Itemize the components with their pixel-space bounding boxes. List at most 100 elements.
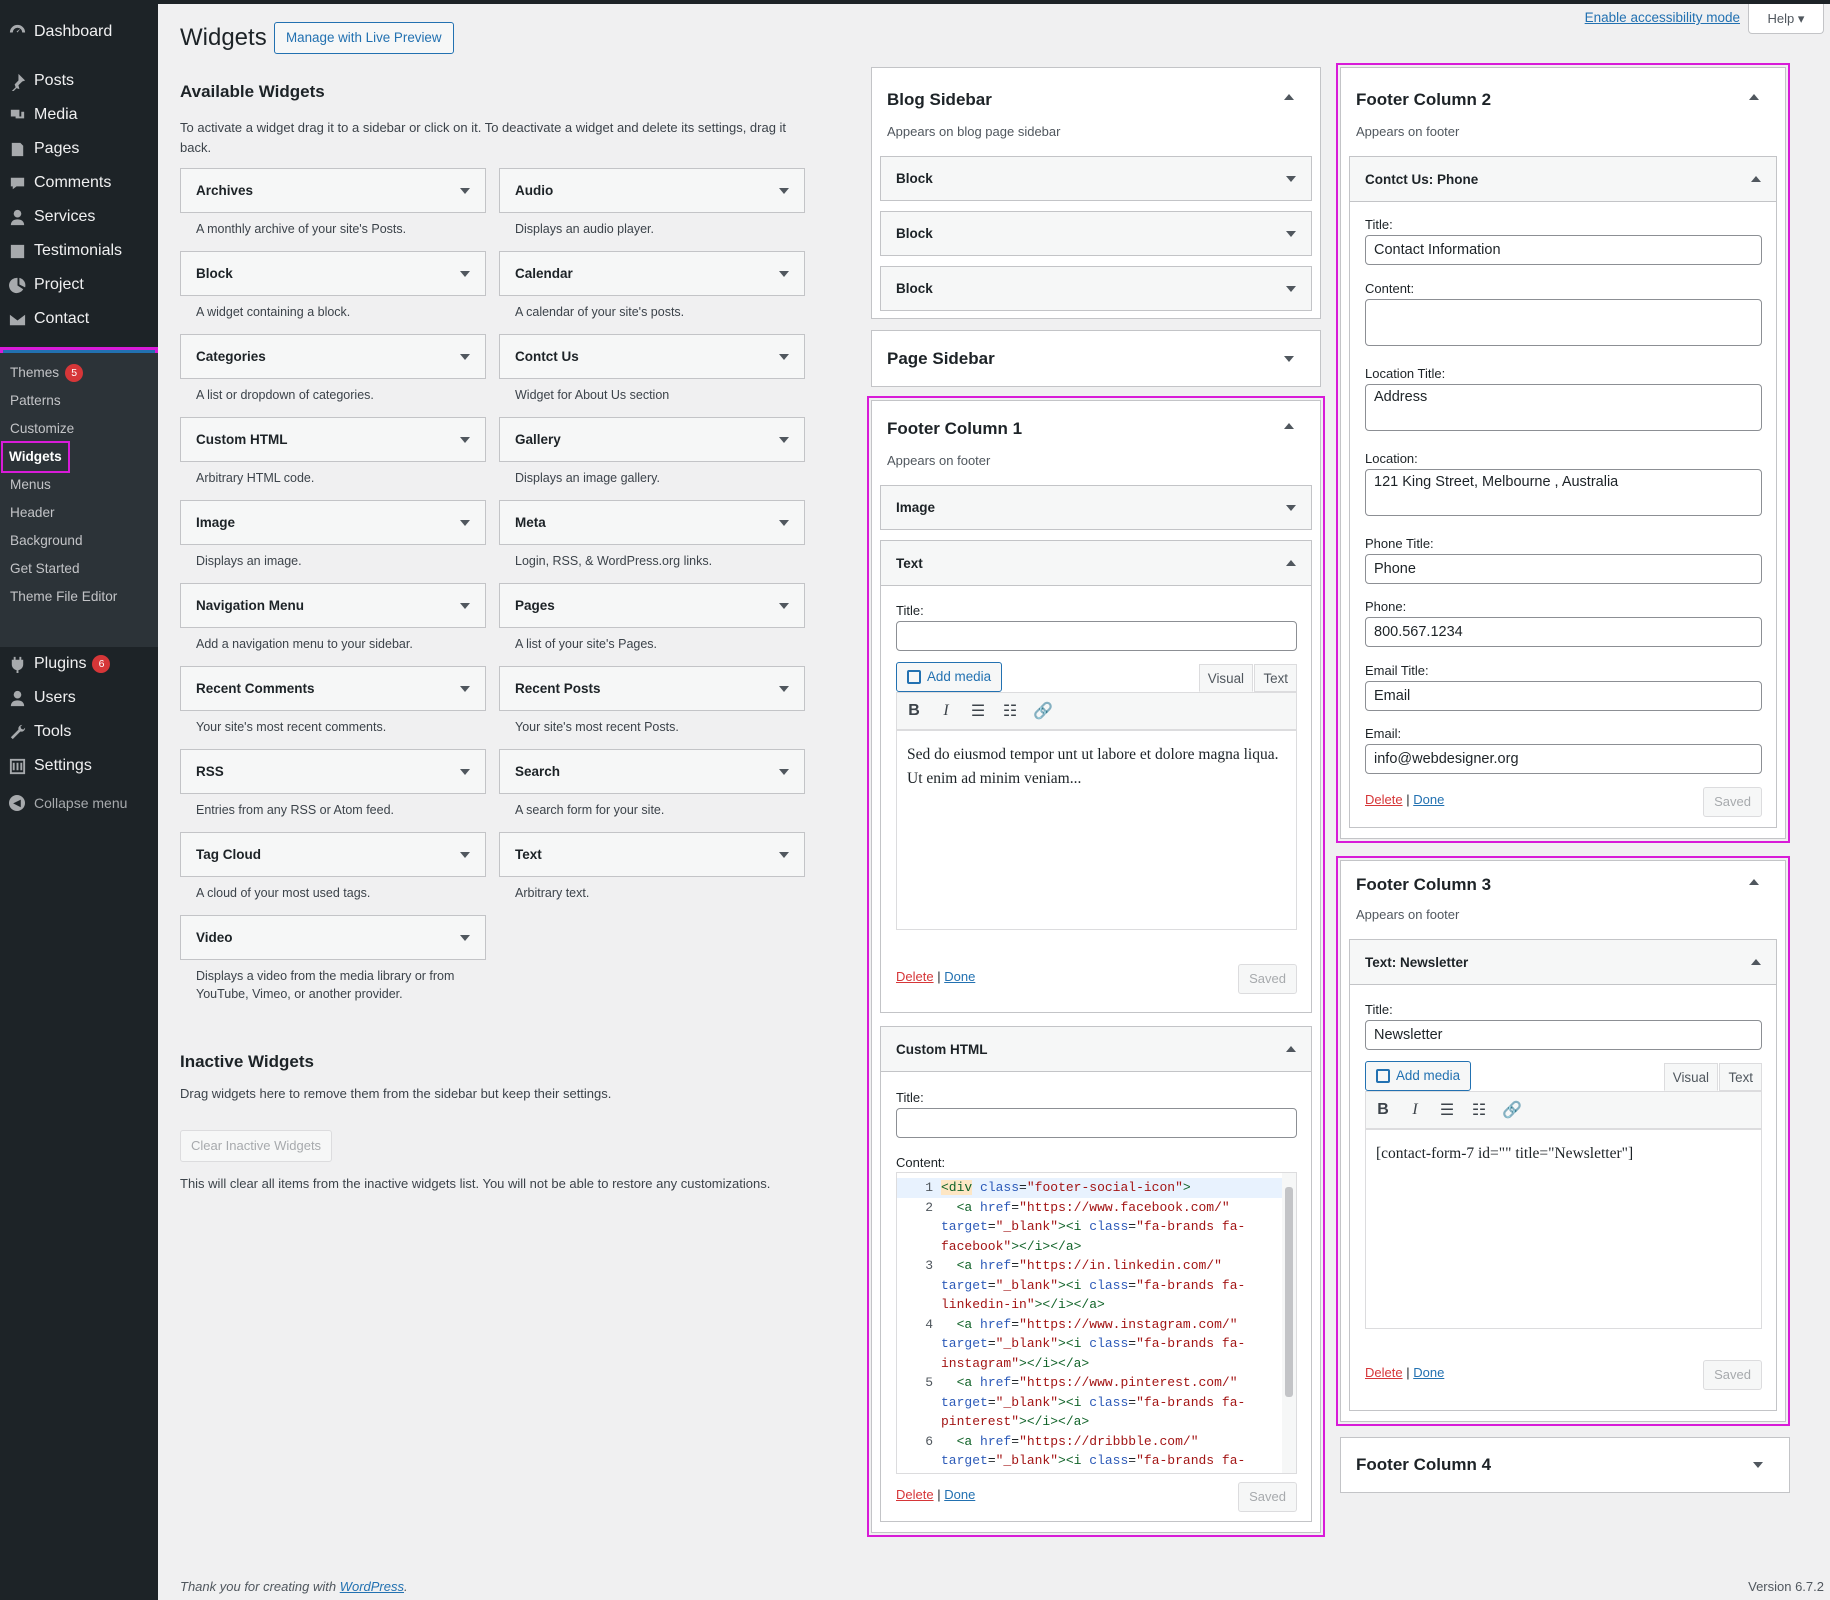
widget-archives[interactable]: Archives: [180, 168, 486, 213]
collapse-icon[interactable]: [1284, 423, 1294, 429]
menu-item-contact[interactable]: Contact: [0, 302, 158, 336]
italic-icon[interactable]: I: [937, 702, 955, 720]
numbered-list-icon[interactable]: ☷: [1470, 1100, 1488, 1120]
collapse-menu-button[interactable]: ◀ Collapse menu: [0, 793, 127, 813]
saved-button[interactable]: Saved: [1703, 787, 1762, 817]
submenu-item-patterns[interactable]: Patterns: [10, 387, 61, 415]
bullet-list-icon[interactable]: ☰: [969, 701, 987, 721]
sidebar-widget-image[interactable]: Image: [880, 485, 1312, 530]
wordpress-link[interactable]: WordPress: [340, 1579, 404, 1594]
numbered-list-icon[interactable]: ☷: [1001, 701, 1019, 721]
title-input[interactable]: [896, 621, 1297, 651]
delete-link[interactable]: Delete: [896, 1487, 934, 1502]
code-scrollbar[interactable]: [1282, 1173, 1296, 1473]
collapse-icon[interactable]: [1749, 94, 1759, 100]
content-textarea[interactable]: [1365, 299, 1762, 346]
add-media-button[interactable]: Add media: [896, 662, 1003, 692]
saved-button[interactable]: Saved: [1238, 1482, 1297, 1512]
title-input[interactable]: Contact Information: [1365, 235, 1762, 265]
submenu-item-background[interactable]: Background: [10, 527, 83, 555]
sidebar-widget-block[interactable]: Block: [880, 266, 1312, 311]
clear-inactive-widgets-button[interactable]: Clear Inactive Widgets: [180, 1130, 333, 1162]
bold-icon[interactable]: B: [905, 702, 923, 720]
text-editor[interactable]: Sed do eiusmod tempor unt ut labore et d…: [896, 730, 1297, 930]
menu-item-posts[interactable]: Posts: [0, 64, 158, 98]
done-link[interactable]: Done: [1413, 792, 1444, 807]
menu-item-plugins[interactable]: Plugins 6: [0, 647, 158, 681]
menu-item-comments[interactable]: Comments: [0, 166, 158, 200]
collapse-icon[interactable]: [1749, 879, 1759, 885]
widget-text[interactable]: Text: [499, 832, 805, 877]
text-editor[interactable]: [contact-form-7 id="" title="Newsletter"…: [1365, 1129, 1762, 1329]
done-link[interactable]: Done: [944, 1487, 975, 1502]
saved-button[interactable]: Saved: [1238, 964, 1297, 994]
tab-visual[interactable]: Visual: [1663, 1063, 1718, 1091]
widget-rss[interactable]: RSS: [180, 749, 486, 794]
menu-item-users[interactable]: Users: [0, 681, 158, 715]
widget-search[interactable]: Search: [499, 749, 805, 794]
link-icon[interactable]: 🔗: [1502, 1100, 1522, 1120]
widget-header[interactable]: Text: [881, 541, 1311, 586]
widget-custom-html[interactable]: Custom HTML: [180, 417, 486, 462]
submenu-item-theme-file-editor[interactable]: Theme File Editor: [10, 583, 117, 611]
delete-link[interactable]: Delete: [896, 969, 934, 984]
done-link[interactable]: Done: [944, 969, 975, 984]
widget-block[interactable]: Block: [180, 251, 486, 296]
collapse-icon[interactable]: [1284, 94, 1294, 100]
widget-calendar[interactable]: Calendar: [499, 251, 805, 296]
manage-live-preview-button[interactable]: Manage with Live Preview: [274, 22, 454, 54]
widget-tag-cloud[interactable]: Tag Cloud: [180, 832, 486, 877]
accessibility-mode-link[interactable]: Enable accessibility mode: [1585, 10, 1740, 25]
tab-text[interactable]: Text: [1254, 664, 1297, 692]
submenu-item-header[interactable]: Header: [10, 499, 55, 527]
delete-link[interactable]: Delete: [1365, 792, 1403, 807]
widget-audio[interactable]: Audio: [499, 168, 805, 213]
widget-gallery[interactable]: Gallery: [499, 417, 805, 462]
title-input[interactable]: Newsletter: [1365, 1020, 1762, 1050]
title-input[interactable]: [896, 1108, 1297, 1138]
phone-input[interactable]: 800.567.1234: [1365, 617, 1762, 647]
page-sidebar[interactable]: Page Sidebar: [871, 330, 1321, 387]
sidebar-widget-block[interactable]: Block: [880, 156, 1312, 201]
menu-item-testimonials[interactable]: Testimonials: [0, 234, 158, 268]
delete-link[interactable]: Delete: [1365, 1365, 1403, 1380]
link-icon[interactable]: 🔗: [1033, 701, 1053, 721]
menu-item-media[interactable]: Media: [0, 98, 158, 132]
tab-visual[interactable]: Visual: [1198, 664, 1253, 692]
widget-image[interactable]: Image: [180, 500, 486, 545]
widget-navigation-menu[interactable]: Navigation Menu: [180, 583, 486, 628]
widget-recent-posts[interactable]: Recent Posts: [499, 666, 805, 711]
widget-header[interactable]: Custom HTML: [881, 1027, 1311, 1072]
sidebar-widget-block[interactable]: Block: [880, 211, 1312, 256]
footer-column-4-sidebar[interactable]: Footer Column 4: [1340, 1437, 1790, 1493]
menu-item-pages[interactable]: Pages: [0, 132, 158, 166]
widget-header[interactable]: Contct Us: Phone: [1350, 157, 1776, 202]
submenu-item-menus[interactable]: Menus: [10, 471, 51, 499]
widget-video[interactable]: Video: [180, 915, 486, 960]
done-link[interactable]: Done: [1413, 1365, 1444, 1380]
menu-item-dashboard[interactable]: Dashboard: [0, 15, 158, 49]
menu-item-settings[interactable]: Settings: [0, 749, 158, 783]
widget-categories[interactable]: Categories: [180, 334, 486, 379]
tab-text[interactable]: Text: [1719, 1063, 1762, 1091]
add-media-button[interactable]: Add media: [1365, 1061, 1472, 1091]
submenu-item-get-started[interactable]: Get Started: [10, 555, 80, 583]
submenu-item-customize[interactable]: Customize: [10, 415, 74, 443]
widget-pages[interactable]: Pages: [499, 583, 805, 628]
widget-contct-us[interactable]: Contct Us: [499, 334, 805, 379]
phone-title-input[interactable]: Phone: [1365, 554, 1762, 584]
scrollbar-thumb[interactable]: [1285, 1187, 1293, 1397]
bullet-list-icon[interactable]: ☰: [1438, 1100, 1456, 1120]
widget-recent-comments[interactable]: Recent Comments: [180, 666, 486, 711]
widget-meta[interactable]: Meta: [499, 500, 805, 545]
menu-item-project[interactable]: Project: [0, 268, 158, 302]
italic-icon[interactable]: I: [1406, 1101, 1424, 1119]
location-title-textarea[interactable]: Address: [1365, 384, 1762, 431]
location-textarea[interactable]: 121 King Street, Melbourne , Australia: [1365, 469, 1762, 516]
bold-icon[interactable]: B: [1374, 1101, 1392, 1119]
email-input[interactable]: info@webdesigner.org: [1365, 744, 1762, 774]
email-title-input[interactable]: Email: [1365, 681, 1762, 711]
saved-button[interactable]: Saved: [1703, 1360, 1762, 1390]
submenu-item-widgets[interactable]: Widgets: [1, 441, 70, 473]
help-button[interactable]: Help ▾: [1748, 4, 1824, 34]
